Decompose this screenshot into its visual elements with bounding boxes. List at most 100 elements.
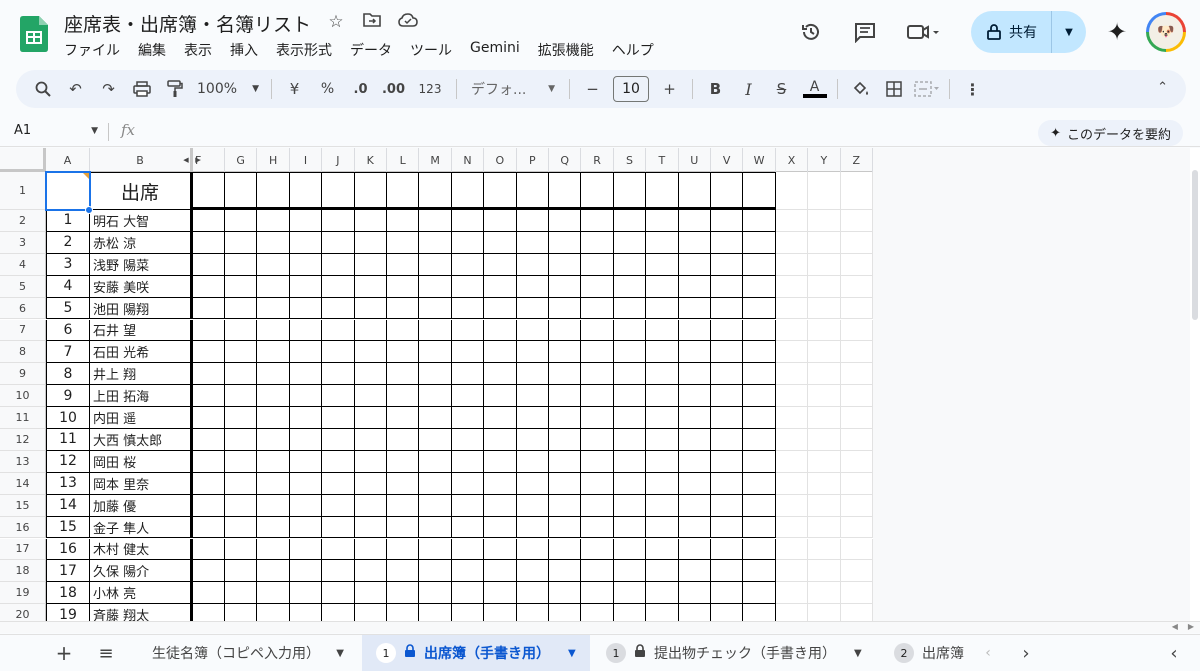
cell-m9[interactable] (419, 363, 452, 386)
cell-i9[interactable] (289, 363, 323, 386)
cell-x20[interactable] (776, 604, 809, 621)
menu-data[interactable]: データ (350, 40, 401, 60)
cell-o7[interactable] (484, 319, 517, 342)
name-box[interactable]: A1 ▼ (14, 123, 98, 138)
cell-p10[interactable] (516, 385, 549, 408)
student-number-cell[interactable]: 13 (46, 472, 90, 495)
cell-x2[interactable] (775, 210, 809, 232)
cell-i19[interactable] (289, 582, 323, 605)
cell-x16[interactable] (775, 516, 809, 539)
cell-x8[interactable] (775, 341, 809, 364)
cell-k2[interactable] (354, 210, 387, 232)
cell-m20[interactable] (419, 604, 452, 621)
cell-q2[interactable] (549, 210, 582, 232)
cell-u13[interactable] (678, 450, 711, 473)
cell-m18[interactable] (419, 560, 452, 583)
cell-s17[interactable] (613, 538, 647, 561)
cell-z6[interactable] (840, 297, 873, 320)
student-name-cell[interactable]: 上田 拓海 (90, 385, 193, 408)
cell-y8[interactable] (808, 341, 841, 364)
cell-t19[interactable] (646, 582, 679, 605)
scroll-tabs-left-icon[interactable]: ‹ (978, 635, 998, 671)
cell-o20[interactable] (484, 604, 517, 621)
cell-v12[interactable] (711, 429, 744, 451)
cell-w6[interactable] (743, 297, 776, 320)
cell-j8[interactable] (322, 341, 355, 364)
tab-submission-check[interactable]: 1 提出物チェック（手書き用） ▼ (592, 635, 882, 671)
student-number-cell[interactable]: 12 (46, 450, 90, 473)
cell-u4[interactable] (678, 253, 711, 276)
tab-attendance[interactable]: 2 出席簿 (880, 635, 964, 671)
student-number-cell[interactable]: 3 (46, 253, 90, 276)
cell-y15[interactable] (808, 494, 841, 517)
column-header-b[interactable]: B (90, 148, 193, 172)
cell-t16[interactable] (646, 516, 679, 539)
cell-k1[interactable] (354, 172, 387, 210)
cell-k7[interactable] (354, 319, 387, 342)
cell-i11[interactable] (289, 407, 323, 429)
cell-m6[interactable] (419, 297, 452, 320)
cell-i10[interactable] (289, 385, 323, 408)
cell-w20[interactable] (743, 604, 776, 621)
cell-u6[interactable] (678, 297, 711, 320)
cell-t1[interactable] (646, 172, 679, 210)
menu-gemini[interactable]: Gemini (470, 40, 529, 60)
currency-format-button[interactable]: ¥ (278, 75, 311, 103)
cell-o4[interactable] (484, 253, 517, 276)
cell-r6[interactable] (581, 297, 614, 320)
cell-s6[interactable] (613, 297, 647, 320)
cell-j15[interactable] (322, 494, 355, 517)
cell-g8[interactable] (225, 341, 258, 364)
share-button[interactable]: 共有 ▼ (971, 11, 1086, 53)
cell-x7[interactable] (775, 319, 809, 342)
cell-l13[interactable] (387, 450, 420, 473)
cell-q19[interactable] (549, 582, 582, 605)
cell-l1[interactable] (387, 172, 420, 210)
cell-x6[interactable] (775, 297, 809, 320)
cell-j10[interactable] (322, 385, 355, 408)
share-main[interactable]: 共有 (971, 11, 1052, 53)
cell-z19[interactable] (840, 582, 873, 605)
cell-z3[interactable] (840, 231, 873, 254)
cell-x14[interactable] (775, 472, 809, 495)
menu-edit[interactable]: 編集 (138, 40, 175, 60)
cell-o19[interactable] (484, 582, 517, 605)
column-header-h[interactable]: H (257, 148, 290, 172)
cell-y4[interactable] (808, 253, 841, 276)
row-header-17[interactable]: 17 (0, 538, 46, 561)
cell-k9[interactable] (354, 363, 387, 386)
cell-x3[interactable] (775, 231, 809, 254)
cell-g7[interactable] (225, 319, 258, 342)
cell-g15[interactable] (225, 494, 258, 517)
student-number-cell[interactable]: 18 (46, 582, 90, 605)
cell-z18[interactable] (840, 560, 873, 583)
column-header-k[interactable]: K (355, 148, 387, 172)
cell-f8[interactable] (193, 341, 225, 364)
cell-g11[interactable] (225, 407, 258, 429)
cell-j13[interactable] (322, 450, 355, 473)
cell-o11[interactable] (484, 407, 517, 429)
student-name-cell[interactable]: 赤松 涼 (90, 231, 193, 254)
cell-p3[interactable] (516, 231, 549, 254)
horizontal-scrollbar[interactable]: ◀ ▶ (0, 621, 1200, 633)
cell-h14[interactable] (257, 472, 290, 495)
cell-w18[interactable] (743, 560, 776, 583)
cell-h5[interactable] (257, 275, 290, 298)
all-sheets-button[interactable]: ≡ (94, 635, 118, 671)
cell-j5[interactable] (322, 275, 355, 298)
cell-l10[interactable] (387, 385, 420, 408)
borders-icon[interactable] (877, 75, 910, 103)
cell-v19[interactable] (711, 582, 744, 605)
cell-o12[interactable] (484, 429, 517, 451)
cell-v15[interactable] (711, 494, 744, 517)
chevron-down-icon[interactable]: ▼ (568, 648, 576, 659)
cell-p2[interactable] (516, 210, 549, 232)
cell-i1[interactable] (289, 172, 323, 210)
cell-t18[interactable] (646, 560, 679, 583)
cell-q17[interactable] (549, 538, 582, 561)
cell-i18[interactable] (289, 560, 323, 583)
cell-r3[interactable] (581, 231, 614, 254)
student-number-cell[interactable]: 7 (46, 341, 90, 364)
video-call-icon[interactable] (899, 12, 949, 52)
cell-w17[interactable] (743, 538, 776, 561)
